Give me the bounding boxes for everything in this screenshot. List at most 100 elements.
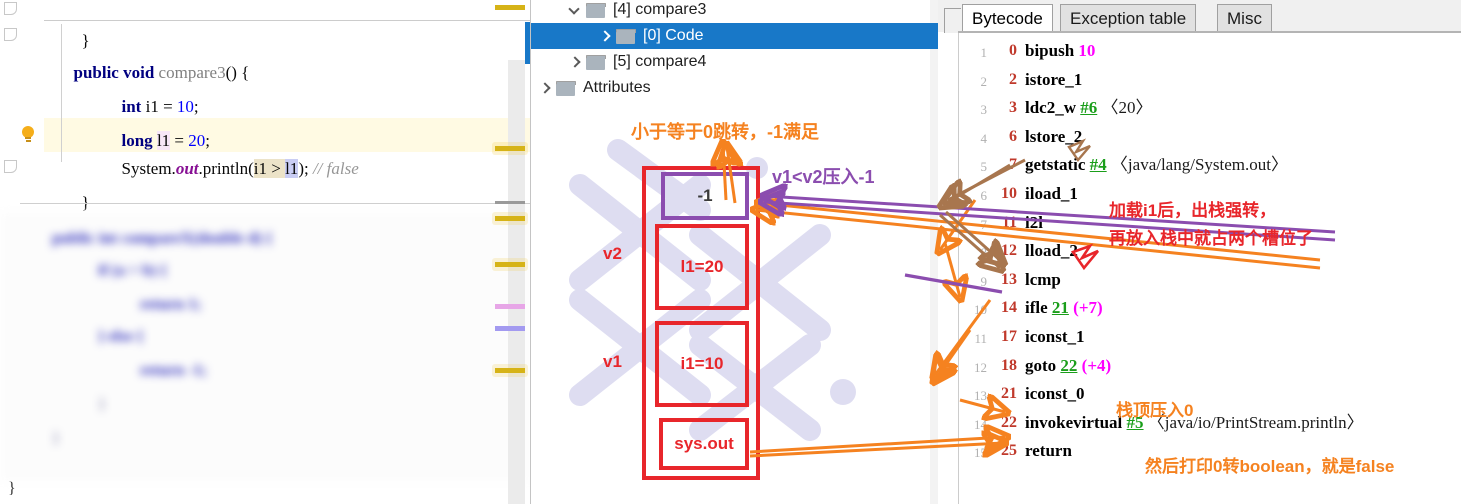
slot-label-sysout: sys.out bbox=[674, 434, 734, 453]
bytecode-opcode: goto bbox=[1025, 355, 1057, 375]
marker-warning[interactable] bbox=[495, 146, 525, 151]
label-v1: v1 bbox=[603, 352, 622, 371]
bytecode-pane[interactable]: Bytecode Exception table Misc 1 0 bipush 1… bbox=[938, 0, 1461, 504]
bytecode-offset: 6 bbox=[1009, 127, 1017, 145]
bytecode-offset: 22 bbox=[1001, 413, 1017, 431]
token-comment: // false bbox=[312, 159, 359, 178]
editor-marker-strip[interactable] bbox=[492, 60, 528, 504]
annotation-push-minus1: v1<v2压入-1 bbox=[772, 167, 875, 187]
bytecode-offset: 0 bbox=[1009, 42, 1017, 59]
bytecode-line-number: 13 bbox=[974, 388, 987, 404]
chevron-right-icon[interactable] bbox=[567, 54, 583, 70]
token-out-field: out bbox=[175, 159, 199, 178]
marker-usage[interactable] bbox=[495, 326, 525, 331]
code-line-1: } bbox=[56, 0, 90, 50]
bytecode-line-number: 7 bbox=[980, 216, 988, 232]
marker-usage[interactable] bbox=[495, 304, 525, 309]
code-line-6: } bbox=[56, 152, 90, 212]
tab-misc[interactable]: Misc bbox=[1217, 4, 1272, 32]
bytecode-operand[interactable]: 21 bbox=[1052, 298, 1069, 317]
bytecode-instruction-row[interactable]: ldc2_w #6 〈20〉 bbox=[1025, 94, 1153, 122]
tree-item-label: [4] compare3 bbox=[613, 1, 707, 18]
chevron-right-icon[interactable] bbox=[537, 80, 553, 96]
bytecode-instruction-row[interactable]: iconst_0 bbox=[1025, 380, 1085, 408]
slot-label-l1: l1=20 bbox=[680, 257, 724, 276]
tree-item-code[interactable]: [0] Code bbox=[531, 23, 939, 49]
bytecode-offset: 13 bbox=[1001, 270, 1017, 288]
bytecode-line-number: 5 bbox=[980, 159, 988, 175]
tree-item-compare3[interactable]: [4] compare3 bbox=[531, 0, 939, 23]
token-parens: () { bbox=[225, 63, 250, 82]
tab-exception-table[interactable]: Exception table bbox=[1060, 4, 1197, 32]
code-line-end-brace: } bbox=[8, 480, 16, 497]
bytecode-offset: 17 bbox=[1001, 328, 1017, 345]
bytecode-line-number: 1 bbox=[980, 45, 988, 60]
bytecode-opcode: getstatic bbox=[1025, 155, 1086, 175]
bytecode-operand-detail: (+4) bbox=[1081, 355, 1112, 375]
bytecode-opcode: lstore_2 bbox=[1025, 126, 1083, 146]
tab-bytecode[interactable]: Bytecode bbox=[962, 4, 1053, 32]
bytecode-operand[interactable]: #4 bbox=[1090, 155, 1107, 174]
folder-icon bbox=[616, 28, 636, 44]
bytecode-instruction-row[interactable]: ifle 21 (+7) bbox=[1025, 294, 1103, 322]
bytecode-line-number: 6 bbox=[980, 188, 988, 203]
bytecode-opcode: iload_1 bbox=[1025, 184, 1078, 203]
code-line-5: System.out.println(i1 > l1); // false bbox=[96, 118, 359, 178]
slot-label-i1: i1=10 bbox=[680, 354, 724, 373]
blurred-code-region: public int compareX(double d) { if (a > … bbox=[0, 212, 530, 482]
tree-item-compare4[interactable]: [5] compare4 bbox=[531, 49, 939, 75]
tab-strip-corner bbox=[944, 8, 961, 33]
marker-warning[interactable] bbox=[495, 262, 525, 267]
bytecode-operand[interactable]: #6 bbox=[1080, 98, 1097, 117]
marker-warning[interactable] bbox=[495, 368, 525, 373]
bytecode-opcode: istore_1 bbox=[1025, 69, 1083, 89]
slot-label-result: -1 bbox=[697, 186, 713, 205]
bytecode-opcode: return bbox=[1025, 441, 1072, 461]
bytecode-instruction-row[interactable]: goto 22 (+4) bbox=[1025, 352, 1111, 380]
editor-section-divider bbox=[20, 203, 530, 204]
bytecode-instruction-row[interactable]: iconst_1 bbox=[1025, 323, 1085, 351]
marker-warning[interactable] bbox=[495, 5, 525, 10]
bytecode-opcode: i2l bbox=[1025, 212, 1043, 232]
bytecode-instruction-row[interactable]: i2l bbox=[1025, 209, 1043, 237]
bytecode-line-number: 8 bbox=[980, 245, 988, 261]
code-line-2: public void compare3() { bbox=[48, 22, 250, 82]
marker-warning[interactable] bbox=[495, 216, 525, 221]
annotation-return: 然后打印0转boolean，就是false bbox=[1145, 457, 1395, 476]
marker-divider bbox=[495, 201, 525, 204]
bytecode-instruction-row[interactable]: return bbox=[1025, 437, 1072, 465]
bytecode-opcode: ifle bbox=[1025, 298, 1048, 318]
folder-icon bbox=[586, 54, 606, 70]
bytecode-offset: 2 bbox=[1009, 70, 1017, 88]
annotation-iload-line2: 再放入栈中就占两个槽位了 bbox=[1109, 229, 1313, 248]
bytecode-listing[interactable]: 1 0 bipush 10 2 2 istore_1 3 3 ldc2_w #6 〈20〉 4 6 l… bbox=[958, 33, 1461, 504]
folder-icon bbox=[586, 2, 606, 18]
folder-icon bbox=[556, 80, 576, 96]
token-system: System. bbox=[121, 159, 176, 178]
chevron-down-icon[interactable] bbox=[567, 2, 583, 18]
bytecode-offset: 18 bbox=[1001, 356, 1017, 374]
bytecode-instruction-row[interactable]: lcmp bbox=[1025, 266, 1061, 294]
code-editor-pane[interactable]: } public void compare3() { int i1 = 10; … bbox=[0, 0, 530, 504]
bytecode-offset: 12 bbox=[1001, 242, 1017, 260]
bytecode-opcode: iconst_1 bbox=[1025, 327, 1085, 346]
bytecode-instruction-row[interactable]: istore_1 bbox=[1025, 66, 1082, 94]
bytecode-offset: 14 bbox=[1001, 299, 1017, 317]
bytecode-instruction-row[interactable]: invokevirtual #5 〈java/io/PrintStream.pr… bbox=[1025, 409, 1364, 437]
bytecode-operand[interactable]: 10 bbox=[1078, 41, 1095, 60]
tree-item-label: [0] Code bbox=[643, 27, 704, 44]
bytecode-instruction-row[interactable]: lload_2 bbox=[1025, 237, 1078, 265]
token-cmp-operator: > bbox=[266, 159, 286, 178]
tree-item-attributes[interactable]: Attributes bbox=[531, 75, 939, 101]
token-close-call: ); bbox=[298, 159, 309, 178]
label-v2: v2 bbox=[603, 244, 622, 263]
bytecode-instruction-row[interactable]: iload_1 bbox=[1025, 180, 1078, 208]
bytecode-line-number: 4 bbox=[980, 130, 988, 146]
bytecode-instruction-row[interactable]: getstatic #4 〈java/lang/System.out〉 bbox=[1025, 151, 1288, 179]
bytecode-operand-detail: 〈20〉 bbox=[1101, 98, 1153, 118]
chevron-right-icon[interactable] bbox=[597, 28, 613, 44]
bytecode-instruction-row[interactable]: bipush 10 bbox=[1025, 37, 1095, 65]
bytecode-instruction-row[interactable]: lstore_2 bbox=[1025, 123, 1082, 151]
bytecode-operand[interactable]: 22 bbox=[1060, 356, 1077, 375]
bytecode-offset: 10 bbox=[1001, 185, 1017, 202]
